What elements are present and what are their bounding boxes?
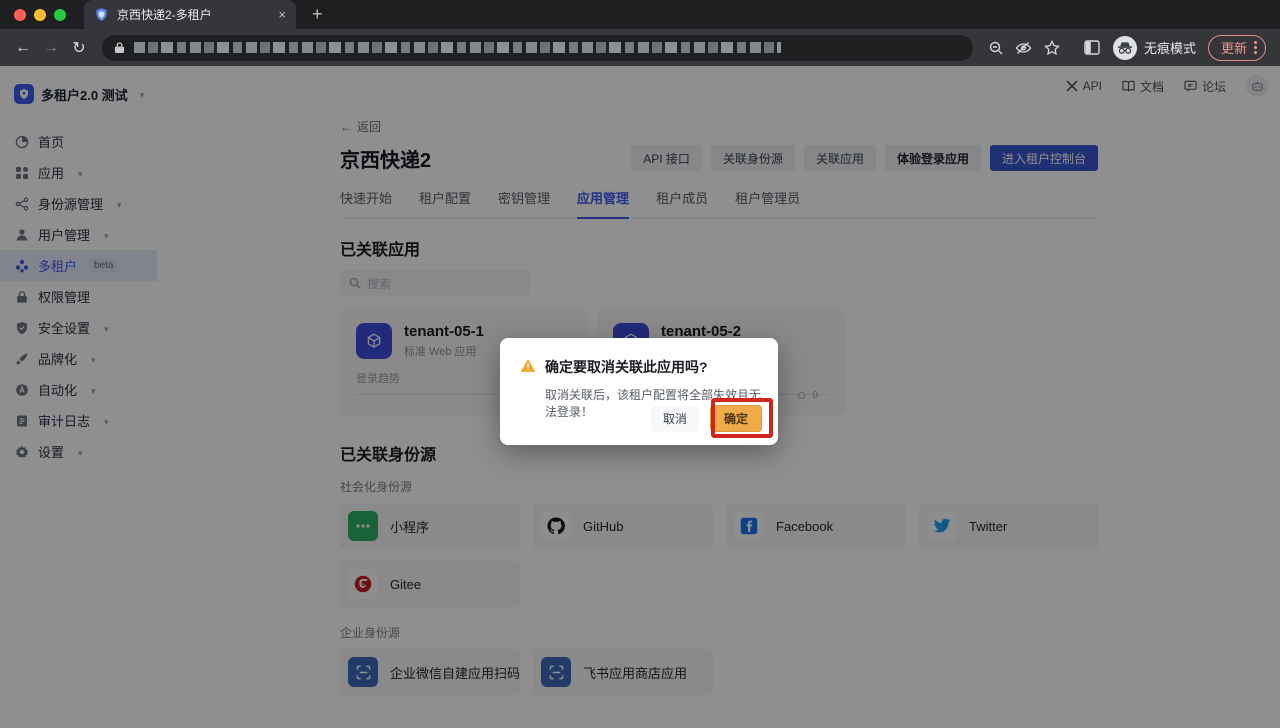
browser-tab[interactable]: 京西快递2-多租户 × [84, 0, 296, 29]
browser-menu-icon[interactable] [1254, 41, 1257, 54]
unlink-confirm-dialog: 确定要取消关联此应用吗? 取消关联后，该租户配置将全部失效且无法登录！ 取消 确… [500, 338, 778, 445]
confirm-button[interactable]: 确定 [710, 405, 762, 432]
warning-icon [520, 358, 536, 373]
dialog-title: 确定要取消关联此应用吗? [545, 357, 708, 377]
address-bar[interactable] [102, 35, 973, 61]
incognito-icon [1113, 36, 1137, 60]
redacted-url [134, 42, 781, 53]
eye-off-icon[interactable] [1011, 35, 1037, 61]
close-tab-icon[interactable]: × [278, 8, 286, 21]
tab-title: 京西快递2-多租户 [117, 6, 270, 23]
update-label: 更新 [1221, 38, 1247, 57]
reload-icon[interactable]: ↻ [66, 35, 92, 61]
favicon-shield-icon [94, 7, 109, 22]
browser-toolbar: ← → ↻ 无痕模式 更新 [0, 29, 1280, 66]
update-button[interactable]: 更新 [1208, 35, 1266, 61]
window-controls [14, 9, 66, 21]
back-icon[interactable]: ← [10, 35, 36, 61]
minimize-window-button[interactable] [34, 9, 46, 21]
browser-tabstrip: 京西快递2-多租户 × + [0, 0, 1280, 29]
cancel-button[interactable]: 取消 [651, 406, 699, 432]
zoom-out-icon[interactable] [983, 35, 1009, 61]
incognito-label: 无痕模式 [1144, 38, 1196, 57]
side-panel-icon[interactable] [1079, 35, 1105, 61]
maximize-window-button[interactable] [54, 9, 66, 21]
lock-icon [114, 42, 125, 54]
bookmark-star-icon[interactable] [1039, 35, 1065, 61]
new-tab-button[interactable]: + [312, 4, 323, 29]
forward-icon[interactable]: → [38, 35, 64, 61]
incognito-indicator: 无痕模式 [1113, 36, 1196, 60]
close-window-button[interactable] [14, 9, 26, 21]
